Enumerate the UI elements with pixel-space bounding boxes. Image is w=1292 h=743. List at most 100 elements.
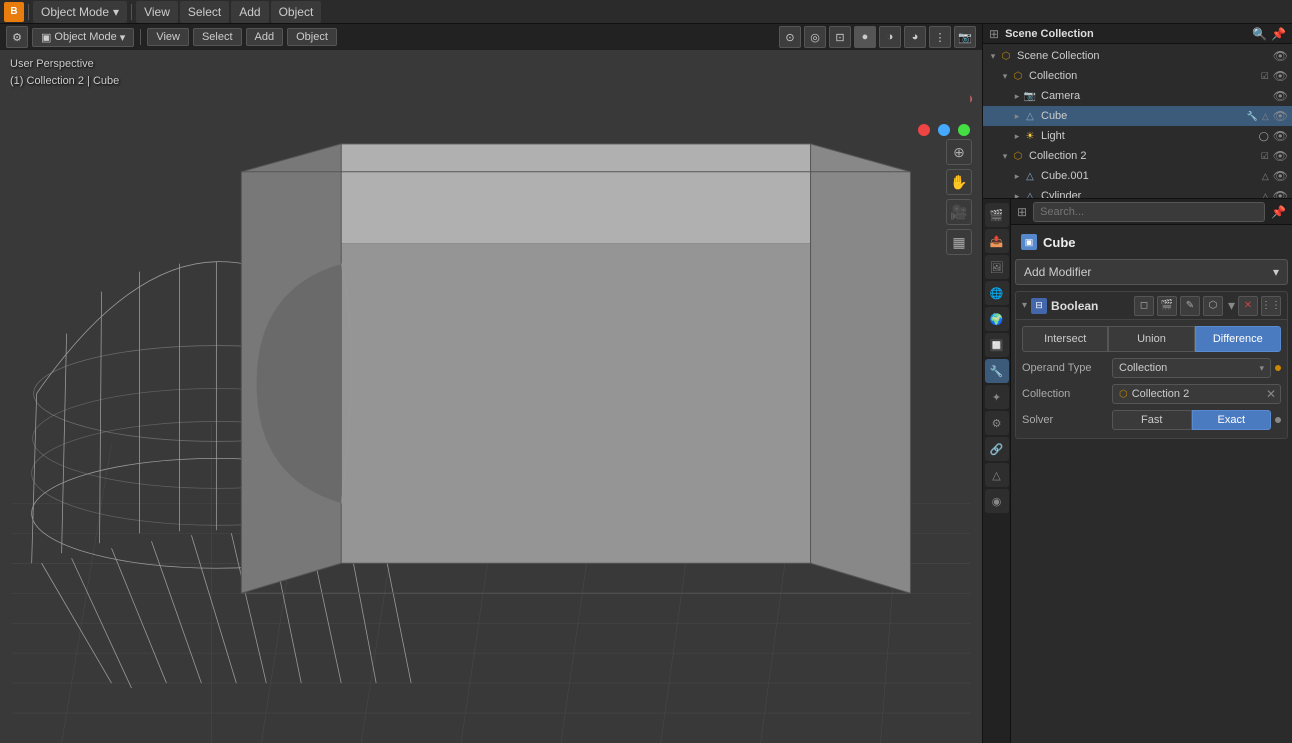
modifier-header: ▾ ⊟ Boolean ◻ 🎬 ✎ ⬡ ▾ ✕ ⋮⋮: [1016, 292, 1287, 320]
modifier-mode-render[interactable]: 🎬: [1157, 296, 1177, 316]
viewport-shading-solid[interactable]: ●: [854, 26, 876, 48]
operand-type-dropdown[interactable]: Collection ▾: [1112, 358, 1271, 378]
modifier-actions: ◻ 🎬 ✎ ⬡ ▾ ✕ ⋮⋮: [1134, 296, 1281, 316]
outliner-filter-icon[interactable]: 🔍: [1252, 27, 1267, 41]
props-icon-object[interactable]: 🔲: [985, 333, 1009, 357]
outliner: ⊞ Scene Collection 🔍 📌 ▾ ⬡ Scene Collect…: [983, 24, 1292, 199]
viewport-shading-material[interactable]: ◑: [879, 26, 901, 48]
viewport-info: User Perspective (1) Collection 2 | Cube: [10, 56, 119, 89]
menu-add[interactable]: Add: [231, 1, 268, 23]
viewport-xray-toggle[interactable]: ⊡: [829, 26, 851, 48]
visibility-icon-scene[interactable]: 👁: [1273, 49, 1288, 63]
props-icon-render[interactable]: 🎬: [985, 203, 1009, 227]
object-name-row: ▣ Cube: [1015, 229, 1288, 255]
modifier-expand-toggle[interactable]: ▾: [1022, 300, 1027, 311]
toolbar-camera[interactable]: 🎥: [946, 199, 972, 225]
collection-checkbox[interactable]: ☑: [1261, 71, 1269, 82]
viewport[interactable]: ⚙ ▣ Object Mode ▾ View Select Add Object…: [0, 24, 982, 743]
outliner-title: Scene Collection: [1005, 28, 1094, 40]
viewport-add-btn[interactable]: Add: [246, 28, 284, 46]
solver-fast-button[interactable]: Fast: [1112, 410, 1192, 430]
menu-select[interactable]: Select: [180, 1, 229, 23]
modifier-mode-editmode[interactable]: ✎: [1180, 296, 1200, 316]
viewport-toolbar-right: ⊕ ✋ 🎥 ▦: [946, 139, 972, 255]
menu-object[interactable]: Object: [271, 1, 322, 23]
outliner-item-cube[interactable]: ▸ △ Cube 🔧 △ 👁: [983, 106, 1292, 126]
solver-exact-button[interactable]: Exact: [1192, 410, 1272, 430]
viewport-mode-icon: ▣: [41, 31, 51, 44]
collection-value-text: Collection 2: [1132, 388, 1189, 400]
properties-header: ⊞ 📌: [1011, 199, 1292, 225]
props-icon-constraints[interactable]: 🔗: [985, 437, 1009, 461]
toolbar-render[interactable]: ▦: [946, 229, 972, 255]
mode-dropdown[interactable]: Object Mode ▾: [33, 1, 127, 23]
visibility-icon-collection2[interactable]: 👁: [1273, 149, 1288, 163]
outliner-item-cylinder[interactable]: ▸ △ Cylinder △ 👁: [983, 186, 1292, 199]
viewport-select-btn[interactable]: Select: [193, 28, 242, 46]
props-icon-world[interactable]: 🌍: [985, 307, 1009, 331]
collection-icon: ⬡: [1011, 69, 1025, 83]
intersect-button[interactable]: Intersect: [1022, 326, 1108, 352]
visibility-icon-cube[interactable]: 👁: [1273, 109, 1288, 123]
modifier-more-options[interactable]: ▾: [1228, 297, 1235, 314]
props-icon-scene[interactable]: 🌐: [985, 281, 1009, 305]
properties-search-input[interactable]: [1033, 202, 1265, 222]
props-icon-data[interactable]: △: [985, 463, 1009, 487]
top-bar: B Object Mode ▾ View Select Add Object: [0, 0, 1292, 24]
union-button[interactable]: Union: [1108, 326, 1194, 352]
collection-clear-button[interactable]: ✕: [1266, 387, 1276, 401]
modifier-mode-realtime[interactable]: ◻: [1134, 296, 1154, 316]
viewport-gizmo-toggle[interactable]: ⊙: [779, 26, 801, 48]
outliner-pin-icon[interactable]: 📌: [1271, 27, 1286, 41]
props-icon-output[interactable]: 📤: [985, 229, 1009, 253]
outliner-item-collection[interactable]: ▾ ⬡ Collection ☑ 👁: [983, 66, 1292, 86]
props-icon-modifier[interactable]: 🔧: [985, 359, 1009, 383]
outliner-item-collection2[interactable]: ▾ ⬡ Collection 2 ☑ 👁: [983, 146, 1292, 166]
viewport-perspective-label: User Perspective: [10, 56, 119, 73]
toolbar-move[interactable]: ✋: [946, 169, 972, 195]
collection-value-field[interactable]: ⬡ Collection 2 ✕: [1112, 384, 1281, 404]
pin-icon[interactable]: 📌: [1271, 205, 1286, 219]
visibility-icon-collection[interactable]: 👁: [1273, 69, 1288, 83]
visibility-icon-cube001[interactable]: 👁: [1273, 169, 1288, 183]
viewport-overlay-toggle[interactable]: ◎: [804, 26, 826, 48]
visibility-icon-camera[interactable]: 👁: [1273, 89, 1288, 103]
add-modifier-button[interactable]: Add Modifier ▾: [1015, 259, 1288, 285]
separator: [131, 4, 132, 20]
outliner-item-cube001[interactable]: ▸ △ Cube.001 △ 👁: [983, 166, 1292, 186]
props-icon-particles[interactable]: ✦: [985, 385, 1009, 409]
properties-sidebar: 🎬 📤 🖼 🌐 🌍 🔲 🔧 ✦ ⚙ 🔗 △ ◉: [983, 199, 1011, 743]
camera-icon: 📷: [1023, 89, 1037, 103]
props-icon-physics[interactable]: ⚙: [985, 411, 1009, 435]
visibility-icon-light[interactable]: 👁: [1273, 129, 1288, 143]
viewport-shading-extra[interactable]: ⋮: [929, 26, 951, 48]
viewport-object-btn[interactable]: Object: [287, 28, 337, 46]
viewport-view-btn[interactable]: View: [147, 28, 189, 46]
outliner-icon: ⊞: [989, 27, 999, 41]
outliner-item-camera[interactable]: ▸ 📷 Camera 👁: [983, 86, 1292, 106]
viewport-menu-icon[interactable]: ⚙: [6, 26, 28, 48]
viewport-camera-toggle[interactable]: 📷: [954, 26, 976, 48]
difference-button[interactable]: Difference: [1195, 326, 1281, 352]
cylinder-label: Cylinder: [1041, 190, 1262, 199]
modifier-mode-cage[interactable]: ⬡: [1203, 296, 1223, 316]
modifier-extra-menu[interactable]: ⋮⋮: [1261, 296, 1281, 316]
viewport-shading-render[interactable]: ◕: [904, 26, 926, 48]
collection2-checkbox[interactable]: ☑: [1261, 151, 1269, 162]
3d-scene: [0, 24, 982, 743]
modifier-delete[interactable]: ✕: [1238, 296, 1258, 316]
menu-view[interactable]: View: [136, 1, 178, 23]
outliner-item-light[interactable]: ▸ ☀ Light ◯ 👁: [983, 126, 1292, 146]
operand-type-label: Operand Type: [1022, 362, 1112, 374]
props-icon-material[interactable]: ◉: [985, 489, 1009, 513]
outliner-header: ⊞ Scene Collection 🔍 📌: [983, 24, 1292, 44]
solver-label: Solver: [1022, 414, 1112, 426]
props-icon-view-layer[interactable]: 🖼: [985, 255, 1009, 279]
modifier-type-icon: ⊟: [1031, 298, 1047, 314]
viewport-mode-btn[interactable]: ▣ Object Mode ▾: [32, 28, 134, 47]
toolbar-cursor[interactable]: ⊕: [946, 139, 972, 165]
collection-label: Collection: [1029, 70, 1261, 82]
visibility-icon-cylinder[interactable]: 👁: [1273, 189, 1288, 199]
cube001-label: Cube.001: [1041, 170, 1262, 182]
outliner-item-scene-collection[interactable]: ▾ ⬡ Scene Collection 👁: [983, 46, 1292, 66]
